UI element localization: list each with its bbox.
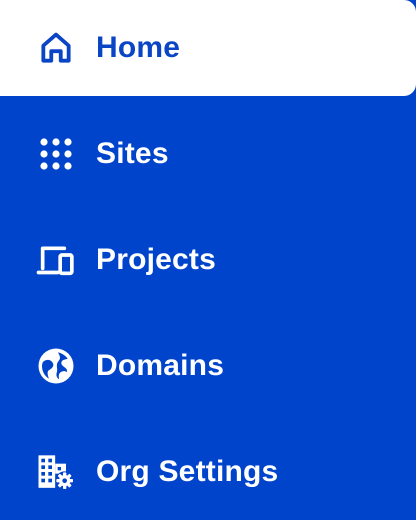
sidebar-item-org-settings[interactable]: Org Settings [0, 424, 416, 520]
sidebar-item-projects[interactable]: Projects [0, 212, 416, 308]
sidebar-item-label: Org Settings [96, 455, 279, 488]
sidebar-item-label: Domains [96, 349, 225, 382]
sidebar-item-home[interactable]: Home [0, 0, 416, 96]
sidebar-item-domains[interactable]: Domains [0, 318, 416, 414]
sidebar-item-sites[interactable]: Sites [0, 106, 416, 202]
sidebar-item-label: Sites [96, 137, 169, 170]
building-gear-icon [36, 452, 76, 492]
devices-icon [36, 240, 76, 280]
sidebar-nav: Home Sites Projects Domains Org Settings [0, 0, 416, 520]
sidebar-item-label: Projects [96, 243, 216, 276]
grid-dots-icon [36, 134, 76, 174]
home-icon [36, 28, 76, 68]
globe-icon [36, 346, 76, 386]
sidebar-item-label: Home [96, 31, 181, 64]
